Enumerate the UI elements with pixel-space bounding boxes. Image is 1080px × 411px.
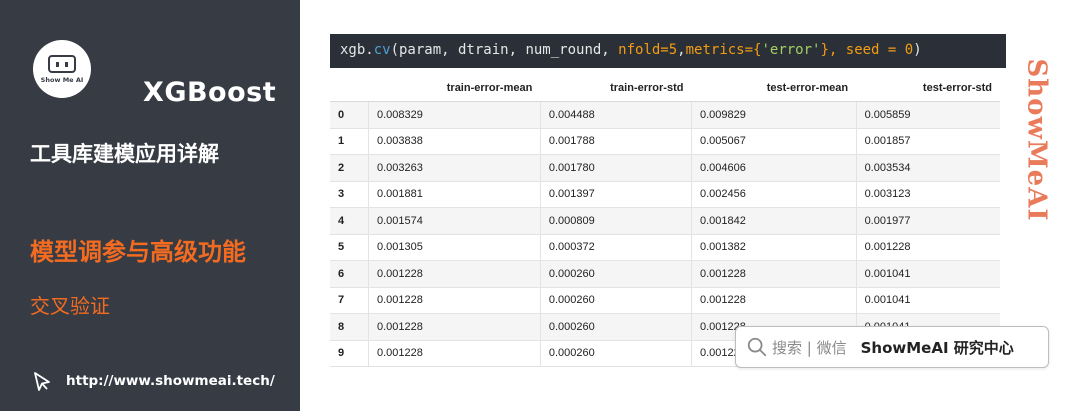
- table-cell: 0.005859: [855, 101, 1000, 129]
- showmeai-watermark: ShowMeAI: [1022, 58, 1052, 222]
- table-row: 1 0.003838 0.001788 0.005067 0.001857: [330, 128, 1000, 155]
- table-header-row: train-error-mean train-error-std test-er…: [330, 74, 1000, 102]
- table-cell: 0.001382: [690, 234, 857, 261]
- code-rest: }, seed =: [820, 42, 905, 58]
- cursor-click-icon: [34, 372, 50, 391]
- robot-logo-icon: [48, 54, 76, 73]
- col-train-error-mean: train-error-mean: [368, 74, 541, 102]
- table-cell: 0.002456: [690, 181, 857, 208]
- brand-title: XGBoost: [143, 77, 277, 108]
- col-train-error-std: train-error-std: [540, 74, 692, 102]
- table-cell: 0.004488: [539, 101, 692, 129]
- table-row: 7 0.001228 0.000260 0.001228 0.001041: [330, 287, 1000, 314]
- code-comma: ,: [677, 42, 686, 58]
- table-cell: 0.003123: [855, 181, 1000, 208]
- code-args: (param, dtrain, num_round,: [390, 42, 619, 58]
- table-cell: 0.001881: [368, 181, 541, 208]
- table-cell: 0.001228: [368, 313, 541, 341]
- table-cell: 0.003838: [368, 128, 541, 155]
- table-cell: 0.008329: [368, 101, 541, 129]
- table-row: 4 0.001574 0.000809 0.001842 0.001977: [330, 207, 1000, 235]
- showmeai-logo: Show Me AI: [33, 40, 91, 98]
- code-close: ): [913, 42, 922, 58]
- row-index: 4: [330, 207, 369, 235]
- table-row: 6 0.001228 0.000260 0.001228 0.001041: [330, 260, 1000, 288]
- table-cell: 0.003534: [855, 154, 1000, 182]
- table-cell: 0.000260: [539, 260, 692, 288]
- table-cell: 0.001228: [690, 260, 857, 288]
- code-seed: 0: [904, 42, 914, 58]
- table-cell: 0.001788: [539, 128, 692, 155]
- table-row: 3 0.001881 0.001397 0.002456 0.003123: [330, 181, 1000, 208]
- row-index: 8: [330, 313, 369, 341]
- code-cell: xgb.cv(param, dtrain, num_round, nfold=5…: [330, 34, 1006, 68]
- table-cell: 0.000260: [539, 340, 692, 367]
- table-cell: 0.001228: [690, 287, 857, 314]
- table-cell: 0.001842: [690, 207, 857, 235]
- table-cell: 0.000260: [539, 287, 692, 314]
- table-cell: 0.000372: [539, 234, 692, 261]
- table-cell: 0.001977: [855, 207, 1000, 235]
- search-label: 搜索 | 微信: [772, 338, 847, 357]
- search-icon: [747, 337, 767, 357]
- table-cell: 0.004606: [690, 154, 857, 182]
- col-test-error-mean: test-error-mean: [691, 74, 857, 102]
- code-nfold: nfold=5: [618, 42, 678, 58]
- table-cell: 0.000260: [539, 313, 692, 341]
- row-index: 0: [330, 101, 369, 129]
- table-cell: 0.001228: [855, 234, 1000, 261]
- code-error-str: 'error': [761, 42, 821, 58]
- table-cell: 0.003263: [368, 154, 541, 182]
- topic-title: 交叉验证: [30, 294, 110, 318]
- section-title: 模型调参与高级功能: [30, 238, 246, 266]
- search-brand: ShowMeAI 研究中心: [860, 338, 1014, 357]
- table-cell: 0.000809: [539, 207, 692, 235]
- row-index: 2: [330, 154, 369, 182]
- result-table: train-error-mean train-error-std test-er…: [330, 74, 1000, 367]
- row-index: 9: [330, 340, 369, 367]
- code-metrics: metrics={: [685, 42, 762, 58]
- subtitle: 工具库建模应用详解: [30, 142, 219, 166]
- watermark-text: ShowMeAI: [1022, 58, 1052, 222]
- code-fn: cv: [373, 42, 391, 58]
- table-cell: 0.001041: [855, 260, 1000, 288]
- row-index: 1: [330, 128, 369, 155]
- row-index: 3: [330, 181, 369, 208]
- table-cell: 0.001857: [855, 128, 1000, 155]
- logo-text: Show Me AI: [40, 75, 84, 84]
- table-cell: 0.001228: [368, 287, 541, 314]
- table-row: 0 0.008329 0.004488 0.009829 0.005859: [330, 101, 1000, 129]
- table-row: 2 0.003263 0.001780 0.004606 0.003534: [330, 154, 1000, 182]
- website-link[interactable]: http://www.showmeai.tech/: [66, 373, 275, 389]
- col-index: [330, 74, 369, 102]
- row-index: 6: [330, 260, 369, 288]
- table-cell: 0.001780: [539, 154, 692, 182]
- table-row: 5 0.001305 0.000372 0.001382 0.001228: [330, 234, 1000, 261]
- table-cell: 0.001397: [539, 181, 692, 208]
- row-index: 7: [330, 287, 369, 314]
- table-cell: 0.009829: [690, 101, 857, 129]
- col-test-error-std: test-error-std: [856, 74, 1000, 102]
- table-cell: 0.001305: [368, 234, 541, 261]
- code-prefix: xgb.: [340, 42, 374, 58]
- table-cell: 0.001574: [368, 207, 541, 235]
- table-cell: 0.001041: [855, 287, 1000, 314]
- row-index: 5: [330, 234, 369, 261]
- table-cell: 0.001228: [368, 340, 541, 367]
- table-cell: 0.005067: [690, 128, 857, 155]
- left-panel: Show Me AI XGBoost 工具库建模应用详解 模型调参与高级功能 交…: [0, 0, 300, 411]
- search-badge: 搜索 | 微信 ShowMeAI 研究中心: [735, 326, 1049, 368]
- table-cell: 0.001228: [368, 260, 541, 288]
